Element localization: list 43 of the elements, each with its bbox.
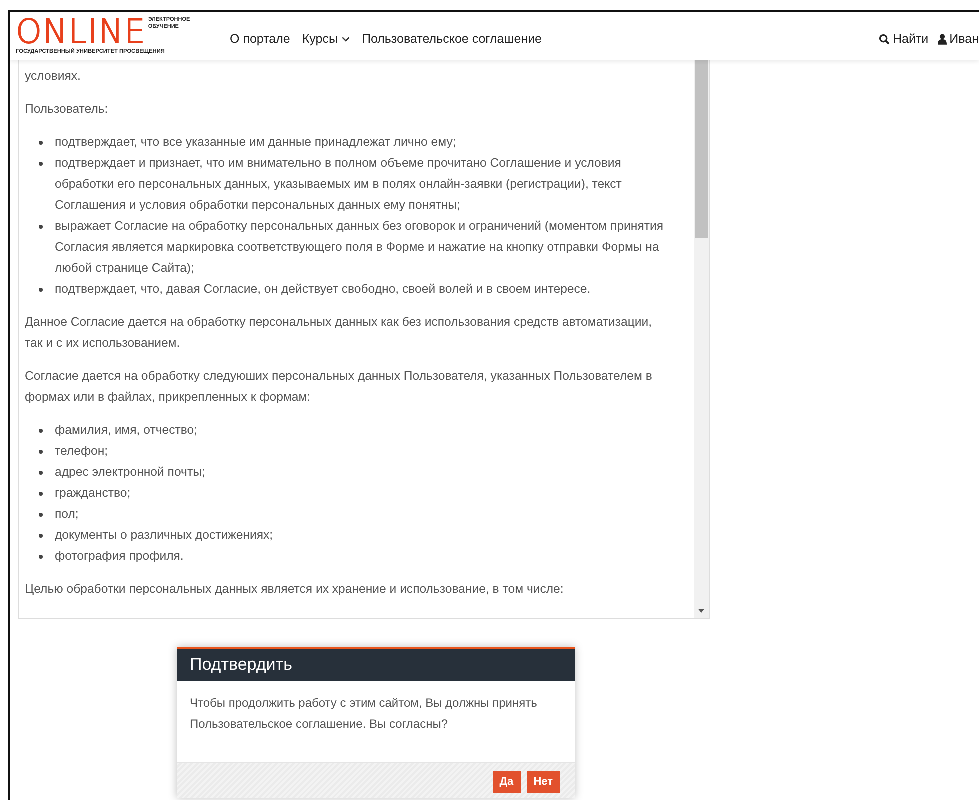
- bullet-icon: [39, 534, 43, 538]
- paragraph: Согласие дается на обработку следуюших персональных данных Пользователя, указанных Пользователем в формах или в файлах, прикрепленных к формам:: [25, 368, 654, 406]
- list-item-text: гражданство;: [55, 485, 131, 502]
- list-item-text: подтверждает, что все указанные им данные принадлежат лично ему;: [55, 134, 456, 151]
- list-item-text: фамилия, имя, отчество;: [55, 422, 198, 439]
- paragraph: Пользователь:: [25, 101, 110, 118]
- list-item-text: пол;: [55, 506, 79, 523]
- paragraph: Данное Согласие дается на обработку персональных данных как без использования средств автоматизации, так и с их использованием.: [25, 314, 654, 352]
- bullet-icon: [39, 555, 43, 559]
- list-item-text: документы о различных достижениях;: [55, 527, 274, 544]
- user-icon: [938, 34, 947, 44]
- nav-dropdown[interactable]: Курсы: [302, 32, 350, 46]
- dialog-message: Чтобы продолжить работу с этим сайтом, Вы должны принять Пользовательское соглашение. Вы согласны?: [189, 695, 538, 733]
- bullet-icon: [39, 471, 43, 475]
- bullet-icon: [39, 162, 43, 166]
- list-item-text: подтверждает и признает, что им внимательно в полном объеме прочитано Соглашение и условия обработки его персональных данных, указываемых им в полях онлайн-заявки (регистрации), текст Соглашения и условия обработки персональных данных ему понятны;: [55, 155, 623, 214]
- caret-icon: [342, 36, 350, 42]
- bullet-icon: [39, 288, 43, 292]
- list-item-text: фотография профиля.: [55, 548, 184, 565]
- bullet-icon: [39, 450, 43, 454]
- list-item-text: выражает Согласие на обработку персональных данных без оговорок и ограничений (моментом принятия Согласия является маркировка соответствующего поля в Форме и нажатие на кнопку отправки Формы на любой странице Сайта);: [55, 218, 665, 277]
- list-item-text: телефон;: [55, 443, 108, 460]
- scrollbar-thumb[interactable]: [695, 60, 708, 238]
- paragraph: Целью обработки персональных данных является их хранение и использование, в том числе:: [25, 581, 565, 598]
- no-button[interactable]: Нет: [526, 771, 560, 793]
- list-item-text: адрес электронной почты;: [55, 464, 206, 481]
- logo-wordmark: ONLINE: [16, 17, 146, 47]
- bullet-icon: [39, 225, 43, 229]
- yes-button[interactable]: Да: [492, 771, 521, 793]
- nav-link[interactable]: О портале: [230, 32, 290, 46]
- paragraph: условиях.: [25, 68, 82, 85]
- scrollbar[interactable]: [694, 60, 709, 618]
- list-item-text: подтверждает, что, давая Согласие, он действует свободно, своей волей и в своем интересе.: [55, 281, 591, 298]
- dialog-title: Подтвердить: [177, 649, 575, 681]
- scroll-down-icon[interactable]: [698, 609, 705, 613]
- search-icon: [878, 34, 890, 44]
- bullet-icon: [39, 513, 43, 517]
- bullet-icon: [39, 429, 43, 433]
- bullet-icon: [39, 492, 43, 496]
- nav-link[interactable]: Пользовательское соглашение: [362, 32, 542, 46]
- search-link[interactable]: Найти: [878, 32, 929, 46]
- user-menu[interactable]: Иван: [938, 32, 979, 46]
- bullet-icon: [39, 141, 43, 145]
